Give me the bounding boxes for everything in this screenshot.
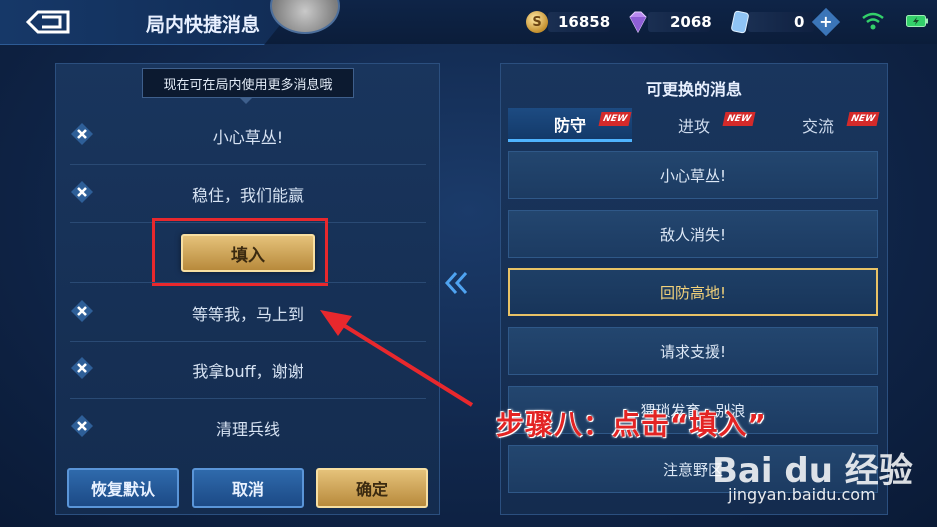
fill-in-button[interactable]: 填入 bbox=[181, 234, 315, 272]
red-arrow-annotation bbox=[320, 310, 474, 407]
panel-title: 可更换的消息 bbox=[645, 80, 742, 99]
watermark-url: jingyan.baidu.com bbox=[728, 485, 876, 504]
plus-icon: + bbox=[819, 12, 834, 31]
cancel-button[interactable]: 取消 bbox=[192, 468, 304, 508]
diamond-value: 2068 bbox=[670, 13, 712, 31]
tab-label: 交流 bbox=[801, 117, 834, 136]
add-coupon-button[interactable]: + bbox=[812, 7, 841, 37]
avatar[interactable] bbox=[270, 0, 340, 34]
gold-counter: S 16858 bbox=[526, 11, 610, 33]
gold-value: 16858 bbox=[558, 13, 611, 31]
new-badge: NEW bbox=[598, 112, 632, 126]
message-text: 小心草丛! bbox=[212, 128, 284, 147]
message-slot-1[interactable]: 小心草丛! bbox=[70, 106, 426, 165]
tab-communication[interactable]: 交流 NEW bbox=[756, 108, 880, 142]
gold-coin-icon: S bbox=[526, 11, 548, 33]
message-option-selected[interactable]: 回防高地! bbox=[508, 268, 878, 316]
restore-default-button[interactable]: 恢复默认 bbox=[67, 468, 179, 508]
diamond-icon bbox=[629, 11, 647, 33]
message-option[interactable]: 敌人消失! bbox=[508, 210, 878, 258]
new-badge: NEW bbox=[846, 112, 880, 126]
current-messages-panel: 现在可在局内使用更多消息哦 小心草丛! 稳住，我们能赢 填入 等等我，马上到 我… bbox=[55, 63, 440, 515]
wifi-icon bbox=[862, 12, 884, 30]
tab-attack[interactable]: 进攻 NEW bbox=[632, 108, 756, 142]
category-tabs: 防守 NEW 进攻 NEW 交流 NEW bbox=[508, 108, 880, 142]
tab-label: 防守 bbox=[553, 115, 586, 135]
new-badge: NEW bbox=[722, 112, 756, 126]
coupon-icon bbox=[731, 10, 749, 34]
diamond-counter: 2068 bbox=[626, 11, 712, 33]
step-instruction: 步骤八：点击“填入” bbox=[496, 408, 767, 441]
confirm-button[interactable]: 确定 bbox=[316, 468, 428, 508]
coupon-value: 0 bbox=[794, 13, 805, 31]
message-option[interactable]: 请求支援! bbox=[508, 327, 878, 375]
baidu-watermark: Bai du 经验 jingyan.baidu.com bbox=[712, 443, 932, 525]
coupon-counter: 0 + bbox=[730, 7, 841, 37]
message-text: 清理兵线 bbox=[215, 420, 280, 439]
message-slot-2[interactable]: 稳住，我们能赢 bbox=[70, 164, 426, 223]
back-arrow-icon[interactable] bbox=[20, 8, 76, 36]
top-bar: 局内快捷消息 S 16858 2068 0 + bbox=[0, 0, 937, 45]
message-text: 稳住，我们能赢 bbox=[191, 186, 304, 205]
battery-icon bbox=[906, 15, 928, 27]
hint-tooltip: 现在可在局内使用更多消息哦 bbox=[142, 68, 354, 104]
page-title: 局内快捷消息 bbox=[146, 14, 261, 36]
tab-label: 进攻 bbox=[677, 117, 710, 136]
double-chevron-left-icon[interactable] bbox=[444, 270, 470, 296]
message-option[interactable]: 小心草丛! bbox=[508, 151, 878, 199]
tab-defense[interactable]: 防守 NEW bbox=[508, 108, 632, 142]
